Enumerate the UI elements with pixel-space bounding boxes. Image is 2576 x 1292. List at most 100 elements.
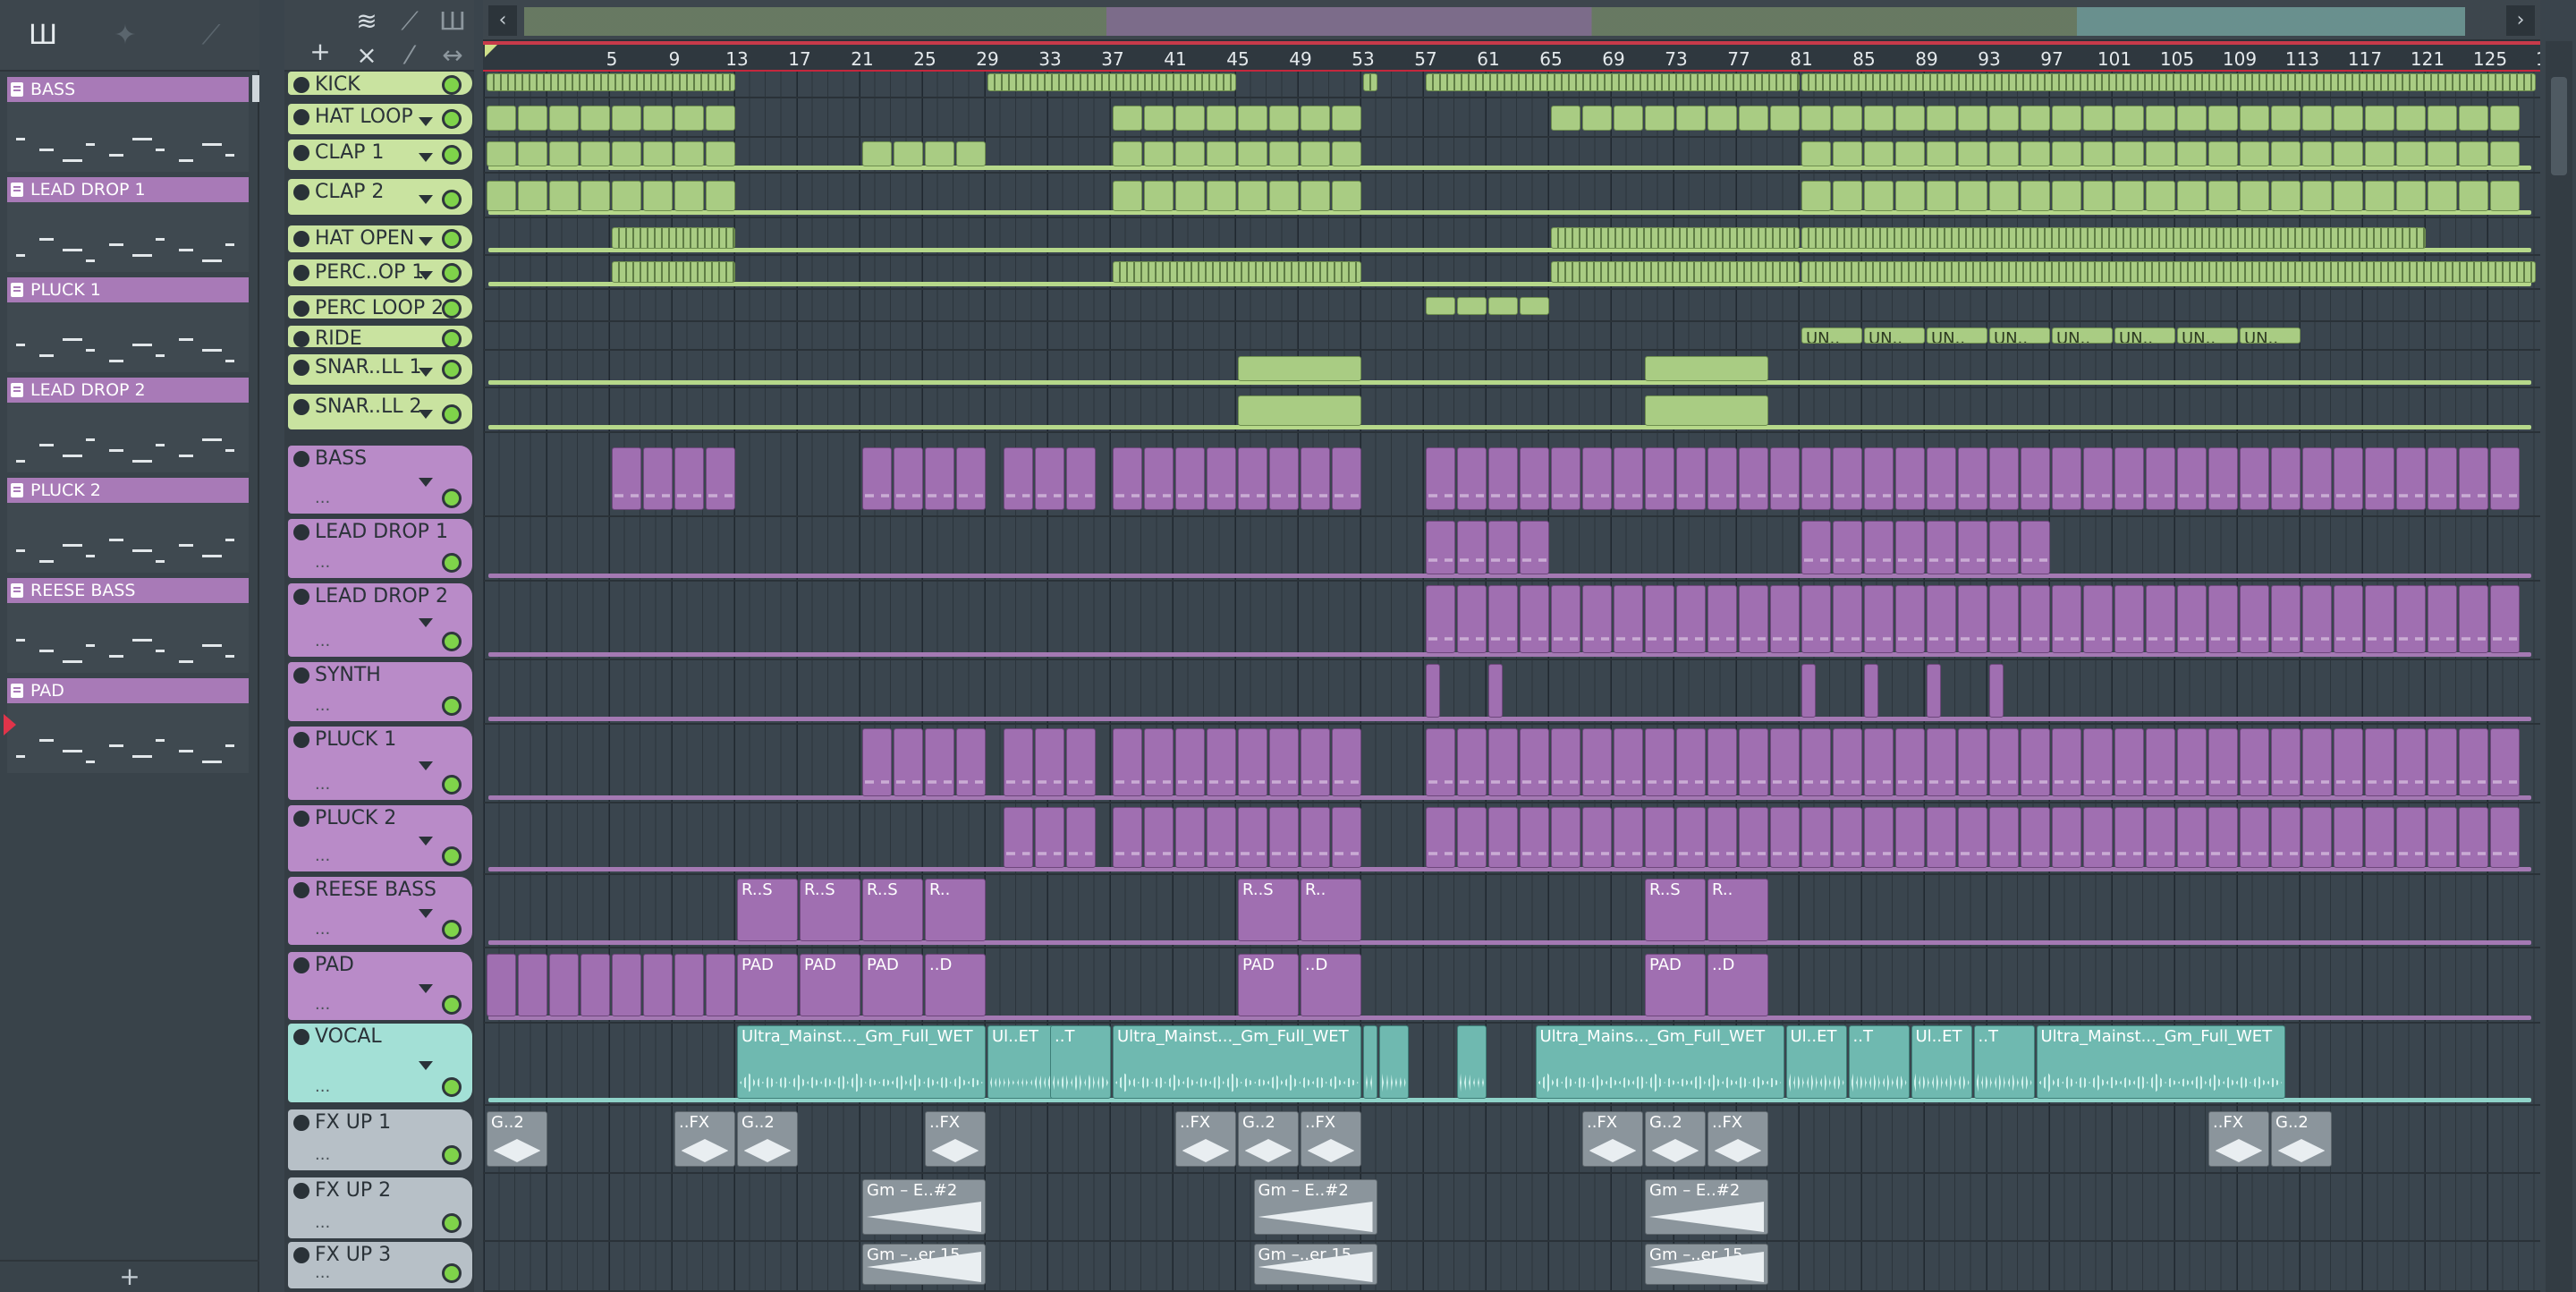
playlist-clip[interactable] xyxy=(1551,227,1800,249)
playlist-clip[interactable] xyxy=(1833,521,1862,574)
playlist-clip[interactable] xyxy=(1238,356,1361,381)
playlist-clip[interactable] xyxy=(2396,585,2426,653)
playlist-clip[interactable] xyxy=(2490,181,2520,211)
ruler-tick-label[interactable]: 113 xyxy=(2285,48,2319,70)
playlist-clip[interactable] xyxy=(1332,447,1361,510)
playlist-clip[interactable]: Ultra_Mains..._Gm_Full_WET xyxy=(1535,1025,1784,1099)
track-mute-icon[interactable] xyxy=(293,184,309,200)
playlist-clip[interactable] xyxy=(1113,807,1142,868)
playlist-clip[interactable] xyxy=(1989,447,2019,510)
playlist-clip[interactable] xyxy=(1833,728,1862,796)
playlist-clip[interactable] xyxy=(2052,728,2081,796)
playlist-clip[interactable]: R..S xyxy=(800,879,860,941)
playlist-clip[interactable] xyxy=(1113,181,1142,211)
playlist-clip[interactable] xyxy=(2428,181,2457,211)
playlist-clip[interactable] xyxy=(2396,141,2426,166)
track-enable-toggle[interactable] xyxy=(442,696,462,716)
playlist-clip[interactable] xyxy=(1958,521,1987,574)
playlist-clip[interactable] xyxy=(612,106,641,131)
playlist-clip[interactable] xyxy=(2208,728,2238,796)
playlist-clip[interactable] xyxy=(2459,728,2488,796)
playlist-clip[interactable] xyxy=(1645,356,1768,381)
track-enable-toggle[interactable] xyxy=(442,360,462,379)
track-header[interactable]: PLUCK 1... xyxy=(288,727,472,800)
playlist-clip[interactable] xyxy=(2365,106,2394,131)
playlist-clip[interactable] xyxy=(1003,807,1033,868)
playlist-clip[interactable] xyxy=(2365,807,2394,868)
stretch-icon[interactable]: ↔ xyxy=(435,39,470,72)
track-header[interactable]: HAT OPEN xyxy=(288,225,472,252)
playlist-clip[interactable] xyxy=(1864,141,1894,166)
ruler-tick-label[interactable]: 65 xyxy=(1539,48,1562,70)
track-menu-arrow-icon[interactable] xyxy=(419,478,433,487)
overview-thumb[interactable] xyxy=(524,7,2465,36)
playlist-clip[interactable] xyxy=(2021,521,2050,574)
playlist-clip[interactable]: Gm – E..#2 xyxy=(1253,1179,1377,1235)
ruler-tick-label[interactable]: 33 xyxy=(1038,48,1061,70)
pattern-item[interactable]: REESE BASS xyxy=(7,578,249,673)
playlist-clip[interactable] xyxy=(643,141,673,166)
track-enable-toggle[interactable] xyxy=(442,145,462,165)
playlist-clip[interactable] xyxy=(1269,181,1299,211)
playlist-clip[interactable] xyxy=(1175,106,1205,131)
playlist-clip[interactable]: ..D xyxy=(1707,954,1768,1016)
scroll-right-button[interactable]: › xyxy=(2506,5,2535,36)
playlist-clip[interactable]: UN.. xyxy=(1989,327,2050,344)
playlist-clip[interactable] xyxy=(1801,807,1831,868)
playlist-clip[interactable] xyxy=(2302,181,2332,211)
playlist-clip[interactable] xyxy=(2334,141,2363,166)
playlist-clip[interactable] xyxy=(674,106,704,131)
playlist-clip[interactable]: Gm – E..#2 xyxy=(862,1179,986,1235)
playlist-clip[interactable] xyxy=(1958,106,1987,131)
track-header[interactable]: FX UP 1... xyxy=(288,1109,472,1170)
playlist-clip[interactable] xyxy=(1770,585,1800,653)
ruler-tick-label[interactable]: 41 xyxy=(1164,48,1186,70)
playlist-clip[interactable] xyxy=(1207,106,1236,131)
playlist-clip[interactable] xyxy=(2334,585,2363,653)
ruler-tick-label[interactable]: 61 xyxy=(1477,48,1499,70)
track-header[interactable]: LEAD DROP 2... xyxy=(288,583,472,657)
playlist-clip[interactable]: UN.. xyxy=(2114,327,2175,344)
playlist-clip[interactable] xyxy=(518,181,547,211)
playlist-clip[interactable] xyxy=(1520,807,1549,868)
playlist-clip[interactable] xyxy=(1551,585,1580,653)
track-mute-icon[interactable] xyxy=(293,77,309,93)
playlist-clip[interactable] xyxy=(1551,728,1580,796)
playlist-clip[interactable] xyxy=(1707,447,1737,510)
playlist-clip[interactable] xyxy=(925,141,954,166)
timeline-ruler[interactable]: 5 9 13 17 21 25 29 33 37 41 45 49 53 57 61 65 69 73 77 81 85… xyxy=(483,41,2540,72)
playlist-clip[interactable] xyxy=(2052,585,2081,653)
playlist-clip[interactable] xyxy=(894,447,923,510)
playlist-clip[interactable]: UN.. xyxy=(2052,327,2113,344)
playlist-clip[interactable]: G..2 xyxy=(1645,1111,1706,1167)
playlist-clip[interactable]: Ul..ET xyxy=(1911,1025,1972,1099)
playlist-clip[interactable]: UN.. xyxy=(2177,327,2238,344)
playlist-clip[interactable]: G..2 xyxy=(1238,1111,1299,1167)
playlist-clip[interactable] xyxy=(2114,181,2144,211)
playlist-clip[interactable] xyxy=(2114,728,2144,796)
playlist-clip[interactable] xyxy=(1207,728,1236,796)
playlist-clip[interactable] xyxy=(1707,106,1737,131)
overview-strip[interactable]: ‹ › xyxy=(483,0,2540,41)
track-mute-icon[interactable] xyxy=(293,1115,309,1131)
track-header[interactable]: LEAD DROP 1... xyxy=(288,519,472,578)
playlist-clip[interactable] xyxy=(2428,807,2457,868)
playlist-clip[interactable] xyxy=(1457,728,1487,796)
playlist-clip[interactable] xyxy=(1551,447,1580,510)
track-menu-arrow-icon[interactable] xyxy=(419,368,433,377)
ruler-tick-label[interactable]: 73 xyxy=(1665,48,1687,70)
playlist-clip[interactable] xyxy=(2146,585,2175,653)
playlist-clip[interactable] xyxy=(580,954,610,1016)
playlist-clip[interactable] xyxy=(1801,181,1831,211)
playlist-clip[interactable] xyxy=(1864,181,1894,211)
playlist-clip[interactable] xyxy=(612,447,641,510)
track-header[interactable]: CLAP 1 xyxy=(288,140,472,170)
playlist-clip[interactable] xyxy=(2490,141,2520,166)
playlist-clip[interactable] xyxy=(1332,181,1361,211)
ruler-tick-label[interactable]: 13 xyxy=(725,48,748,70)
playlist-clip[interactable] xyxy=(2271,141,2301,166)
playlist-clip[interactable]: PAD xyxy=(1238,954,1299,1016)
playlist-clip[interactable] xyxy=(2240,807,2269,868)
playlist-clip[interactable] xyxy=(1269,447,1299,510)
playlist-clip[interactable] xyxy=(2177,106,2207,131)
